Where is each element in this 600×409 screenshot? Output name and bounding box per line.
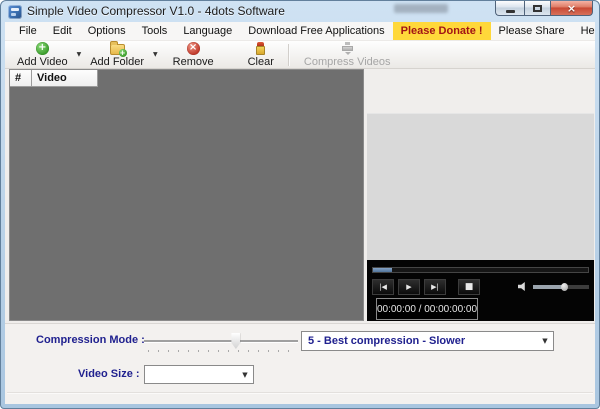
window-controls: × xyxy=(495,1,593,16)
add-folder-label: Add Folder xyxy=(90,55,145,68)
volume-thumb[interactable] xyxy=(560,282,568,291)
video-size-select[interactable]: ▼ xyxy=(144,365,254,384)
volume-fill xyxy=(533,284,564,289)
toolbar-separator xyxy=(287,43,290,66)
remove-icon: × xyxy=(186,41,200,55)
compression-mode-label: Compression Mode : xyxy=(36,334,145,346)
compression-mode-select[interactable]: 5 - Best compression - Slower ▼ xyxy=(301,331,554,351)
video-size-dropdown-arrow-icon: ▼ xyxy=(242,370,248,379)
titlebar[interactable]: Simple Video Compressor V1.0 - 4dots Sof… xyxy=(1,1,599,22)
settings-panel: Compression Mode : 5 - Best compression … xyxy=(5,323,595,404)
menu-help[interactable]: Help xyxy=(573,22,595,40)
menu-please-donate[interactable]: Please Donate ! xyxy=(392,22,491,40)
menu-tools[interactable]: Tools xyxy=(134,22,176,40)
titlebar-watermark-blur xyxy=(394,4,448,13)
close-icon: × xyxy=(566,1,577,15)
toolbar: + Add Video ▼ + Add Folder ▼ × Remove Cl… xyxy=(5,40,595,69)
slider-thumb[interactable] xyxy=(231,333,241,349)
player-controls: |◀ ▶ ▶| ■ 00:00:00 / 00:00:00:00 xyxy=(367,260,594,321)
compression-mode-slider[interactable] xyxy=(144,330,298,356)
volume-group xyxy=(518,282,589,292)
add-video-dropdown-caret-icon[interactable]: ▼ xyxy=(77,51,82,58)
panel-divider xyxy=(7,392,593,394)
video-preview-area xyxy=(367,113,594,261)
menu-edit[interactable]: Edit xyxy=(45,22,80,40)
minimize-button[interactable] xyxy=(495,1,524,16)
compress-videos-button[interactable]: Compress Videos xyxy=(296,41,399,68)
column-header-number[interactable]: # xyxy=(10,70,32,87)
column-header-video[interactable]: Video xyxy=(32,70,98,87)
seek-bar[interactable] xyxy=(372,267,589,273)
time-display: 00:00:00 / 00:00:00:00 xyxy=(376,298,478,320)
clear-icon xyxy=(256,41,266,55)
skip-start-button[interactable]: |◀ xyxy=(372,278,394,295)
speaker-icon[interactable] xyxy=(518,282,525,291)
menu-options[interactable]: Options xyxy=(80,22,134,40)
window-title: Simple Video Compressor V1.0 - 4dots Sof… xyxy=(27,4,285,18)
add-folder-dropdown-caret-icon[interactable]: ▼ xyxy=(153,51,158,58)
app-icon xyxy=(8,5,22,19)
slider-ticks xyxy=(148,350,294,352)
add-folder-button[interactable]: + Add Folder xyxy=(82,40,152,68)
add-folder-icon: + xyxy=(109,40,127,57)
maximize-button[interactable] xyxy=(524,1,551,16)
stop-button[interactable]: ■ xyxy=(458,278,480,295)
add-video-label: Add Video xyxy=(17,55,68,68)
menu-download-free-applications[interactable]: Download Free Applications xyxy=(240,22,392,40)
minimize-icon xyxy=(505,9,515,13)
menu-bar: File Edit Options Tools Language Downloa… xyxy=(5,22,595,41)
skip-end-button[interactable]: ▶| xyxy=(424,278,446,295)
add-video-button[interactable]: + Add Video xyxy=(9,41,76,68)
volume-slider[interactable] xyxy=(533,282,589,291)
clear-button[interactable]: Clear xyxy=(240,41,282,68)
menu-please-share[interactable]: Please Share xyxy=(491,22,573,40)
video-list-header: # Video xyxy=(10,70,363,87)
client-area: File Edit Options Tools Language Downloa… xyxy=(5,22,595,404)
maximize-icon xyxy=(533,4,542,12)
remove-button[interactable]: × Remove xyxy=(165,41,222,68)
slider-track xyxy=(144,340,298,343)
menu-language[interactable]: Language xyxy=(175,22,240,40)
add-video-icon: + xyxy=(35,41,49,55)
video-list[interactable]: # Video xyxy=(9,69,364,321)
menu-file[interactable]: File xyxy=(11,22,45,40)
compress-videos-icon xyxy=(341,41,354,55)
player-buttons-row: |◀ ▶ ▶| ■ xyxy=(372,278,589,295)
compression-dropdown-arrow-icon: ▼ xyxy=(542,337,548,345)
compress-videos-label: Compress Videos xyxy=(303,55,391,68)
compression-mode-value: 5 - Best compression - Slower xyxy=(308,335,466,347)
video-size-label: Video Size : xyxy=(78,368,140,380)
remove-label: Remove xyxy=(172,55,214,68)
seek-progress xyxy=(373,268,393,272)
app-window: Simple Video Compressor V1.0 - 4dots Sof… xyxy=(0,0,600,409)
clear-label: Clear xyxy=(247,55,274,68)
close-button[interactable]: × xyxy=(551,1,593,16)
play-button[interactable]: ▶ xyxy=(398,278,420,295)
